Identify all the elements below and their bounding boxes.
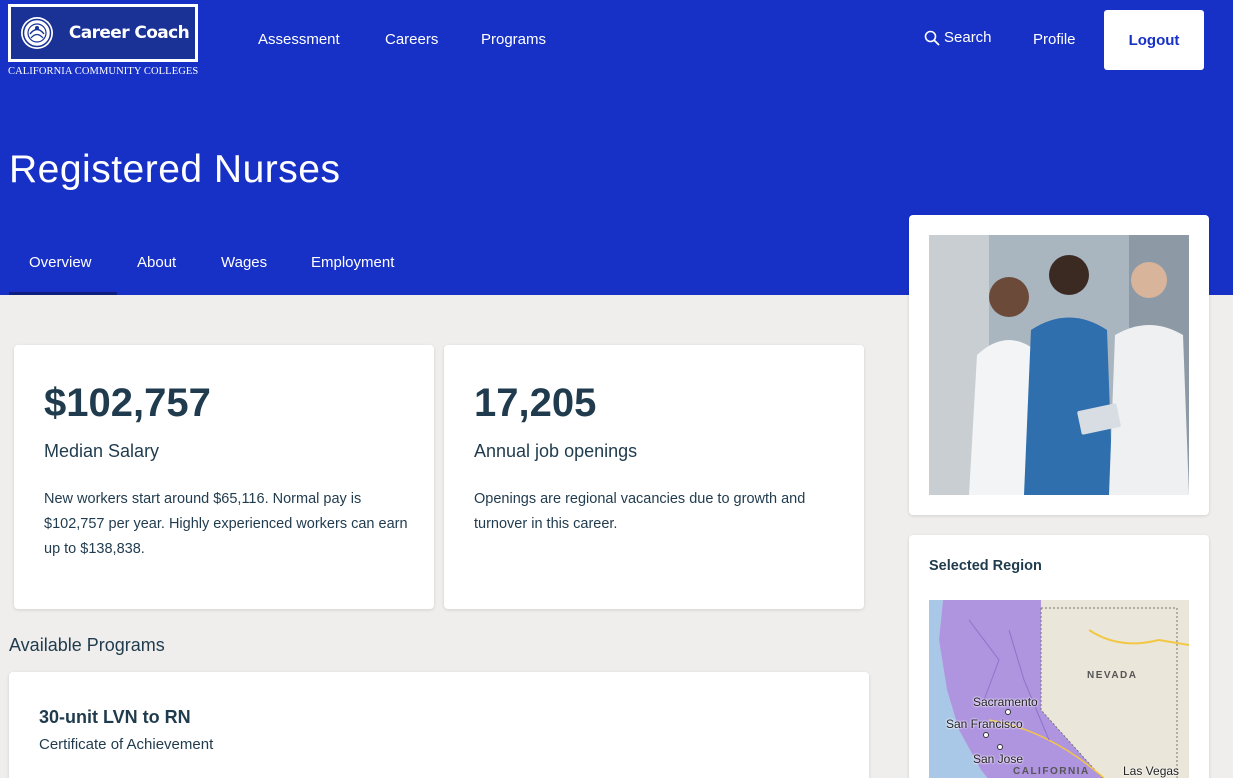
selected-region-card: Selected Region NEVADA Sacramento San Fr…: [909, 535, 1209, 778]
available-programs-heading: Available Programs: [9, 635, 165, 655]
search-label: Search: [944, 29, 992, 46]
career-coach-logo[interactable]: Career Coach CALIFORNIA COMMUNITY COLLEG…: [8, 4, 199, 78]
job-openings-description: Openings are regional vacancies due to g…: [474, 491, 806, 532]
search-icon: [924, 30, 940, 45]
nav-careers[interactable]: Careers: [385, 31, 438, 48]
college-seal-icon: [11, 7, 63, 59]
career-image-card: [909, 215, 1209, 515]
map-label-san-francisco: San Francisco: [946, 717, 1023, 731]
logo-wordmark: Career Coach: [63, 7, 195, 59]
program-card[interactable]: 30-unit LVN to RN Certificate of Achieve…: [9, 672, 869, 778]
map-label-nevada: NEVADA: [1087, 670, 1138, 681]
page-title: Registered Nurses: [9, 148, 341, 191]
tab-overview[interactable]: Overview: [29, 254, 92, 271]
map-label-las-vegas: Las Vegas: [1123, 764, 1180, 778]
job-openings-label: Annual job openings: [474, 441, 638, 461]
career-photo: [929, 235, 1189, 495]
job-openings-value: 17,205: [474, 381, 597, 425]
program-title[interactable]: 30-unit LVN to RN: [39, 707, 191, 728]
nav-assessment[interactable]: Assessment: [258, 31, 340, 48]
median-salary-label: Median Salary: [44, 441, 160, 461]
median-salary-card: $102,757 Median Salary New workers start…: [14, 345, 434, 609]
nav-programs[interactable]: Programs: [481, 31, 546, 48]
active-tab-indicator: [9, 292, 117, 295]
map-label-san-jose: San Jose: [973, 752, 1024, 766]
search-button[interactable]: Search: [924, 29, 992, 46]
job-openings-card: 17,205 Annual job openings Openings are …: [444, 345, 864, 609]
logout-button[interactable]: Logout: [1104, 10, 1204, 70]
median-salary-value: $102,757: [44, 381, 211, 425]
nav-profile[interactable]: Profile: [1033, 31, 1076, 48]
median-salary-description: New workers start around $65,116. Normal…: [44, 491, 408, 557]
region-map-graphic: [929, 600, 1189, 778]
tab-wages[interactable]: Wages: [221, 254, 267, 271]
selected-region-label: Selected Region: [929, 558, 1042, 574]
program-type: Certificate of Achievement: [39, 736, 214, 753]
logo-subtitle: CALIFORNIA COMMUNITY COLLEGES: [8, 66, 199, 77]
map-label-california: CALIFORNIA: [1013, 766, 1090, 777]
map-label-sacramento: Sacramento: [973, 695, 1038, 709]
tab-about[interactable]: About: [137, 254, 176, 271]
tab-employment[interactable]: Employment: [311, 254, 394, 271]
region-map[interactable]: NEVADA Sacramento San Francisco San Jose…: [929, 600, 1189, 778]
